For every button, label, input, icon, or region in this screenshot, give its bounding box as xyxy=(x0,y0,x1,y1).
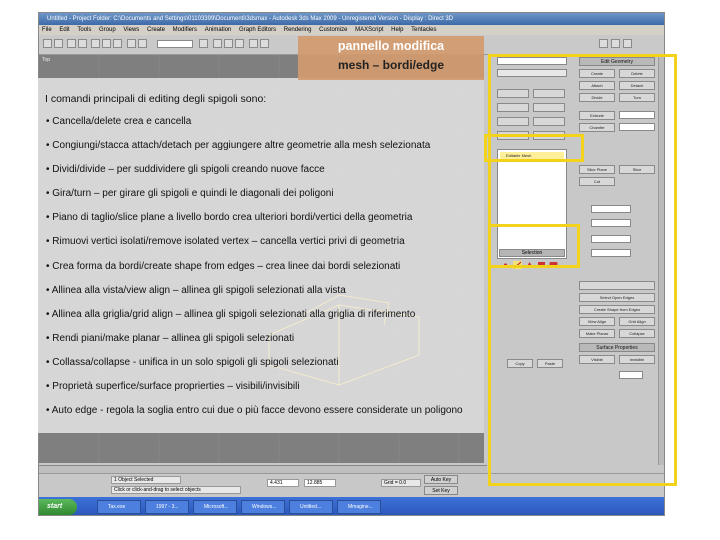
prompt-line: Click or click-and-drag to select object… xyxy=(111,486,241,494)
slide-subtitle: mesh – bordi/edge xyxy=(337,58,445,72)
windows-taskbar: start Tax.exe 1997 - 3... Microsoft... W… xyxy=(39,497,664,515)
timeline-slider[interactable] xyxy=(39,465,487,473)
slide-title: pannello modifica xyxy=(337,39,445,53)
render-setup-icon[interactable] xyxy=(599,39,608,48)
menu-rendering[interactable]: Rendering xyxy=(284,27,312,33)
menu-create[interactable]: Create xyxy=(147,27,165,33)
rotate-icon[interactable] xyxy=(138,39,147,48)
menu-customize[interactable]: Customize xyxy=(319,27,347,33)
unlink-icon[interactable] xyxy=(78,39,87,48)
menu-help[interactable]: Help xyxy=(391,27,403,33)
redo-icon[interactable] xyxy=(54,39,63,48)
text-panel xyxy=(38,78,484,433)
menu-tentacles[interactable]: Tentacles xyxy=(411,27,436,33)
menu-bar: File Edit Tools Group Views Create Modif… xyxy=(39,25,664,35)
taskbar-item[interactable]: Untitled... xyxy=(289,500,333,514)
select-icon[interactable] xyxy=(91,39,100,48)
snap-icon[interactable] xyxy=(213,39,222,48)
mirror-icon[interactable] xyxy=(249,39,258,48)
rect-region-icon[interactable] xyxy=(113,39,122,48)
intro-text: I comandi principali di editing degli sp… xyxy=(45,93,267,105)
select-by-name-icon[interactable] xyxy=(102,39,111,48)
taskbar-item[interactable]: Windows... xyxy=(241,500,285,514)
menu-views[interactable]: Views xyxy=(123,27,139,33)
taskbar-item[interactable]: Microsoft... xyxy=(193,500,237,514)
bullet-item: • Cancella/delete crea e cancella xyxy=(46,116,192,127)
bullet-item: • Allinea alla vista/view align – alline… xyxy=(46,285,346,296)
bullet-item: • Rendi piani/make planar – allinea gli … xyxy=(46,333,295,344)
y-coordinate-field[interactable]: 12.885 xyxy=(304,479,336,487)
bullet-item: • Crea forma da bordi/create shape from … xyxy=(46,261,401,272)
menu-file[interactable]: File xyxy=(42,27,52,33)
bullet-item: • Proprietà superfice/surface proprierti… xyxy=(46,381,300,392)
bullet-item: • Dividi/divide – per suddividere gli sp… xyxy=(46,164,325,175)
menu-maxscript[interactable]: MAXScript xyxy=(355,27,383,33)
bullet-item: • Piano di taglio/slice plane a livello … xyxy=(46,212,413,223)
render-frame-icon[interactable] xyxy=(611,39,620,48)
menu-edit[interactable]: Edit xyxy=(59,27,69,33)
auto-key-button[interactable]: Auto Key xyxy=(424,475,458,484)
undo-icon[interactable] xyxy=(43,39,52,48)
link-icon[interactable] xyxy=(67,39,76,48)
set-key-button[interactable]: Set Key xyxy=(424,486,458,495)
subobject-highlight xyxy=(488,224,580,268)
menu-group[interactable]: Group xyxy=(99,27,116,33)
menu-modifiers[interactable]: Modifiers xyxy=(173,27,197,33)
pivot-icon[interactable] xyxy=(199,39,208,48)
reference-coordinate-dropdown[interactable] xyxy=(157,40,193,48)
window-titlebar: Untitled - Project Folder: C:\Documents … xyxy=(39,13,664,25)
menu-animation[interactable]: Animation xyxy=(205,27,232,33)
percent-snap-icon[interactable] xyxy=(235,39,244,48)
quick-render-icon[interactable] xyxy=(623,39,632,48)
taskbar-item[interactable]: Mmagine... xyxy=(337,500,381,514)
stack-item-highlight xyxy=(484,134,584,162)
angle-snap-icon[interactable] xyxy=(224,39,233,48)
taskbar-item[interactable]: 1997 - 3... xyxy=(145,500,189,514)
bullet-item: • Rimuovi vertici isolati/remove isolate… xyxy=(46,236,405,247)
selection-status: 1 Object Selected xyxy=(111,476,181,484)
bullet-item: • Auto edge - regola la soglia entro cui… xyxy=(46,405,463,416)
menu-tools[interactable]: Tools xyxy=(77,27,91,33)
menu-graph-editors[interactable]: Graph Editors xyxy=(239,27,276,33)
bullet-item: • Collassa/collapse - unifica in un solo… xyxy=(46,357,339,368)
bullet-item: • Gira/turn – per girare gli spigoli e q… xyxy=(46,188,334,199)
x-coordinate-field[interactable]: 4.431 xyxy=(267,479,299,487)
move-icon[interactable] xyxy=(127,39,136,48)
bullet-item: • Congiungi/stacca attach/detach per agg… xyxy=(46,140,431,151)
command-panel-highlight xyxy=(488,54,677,486)
align-icon[interactable] xyxy=(260,39,269,48)
start-button[interactable]: start xyxy=(39,499,77,515)
grid-spacing: Grid = 0.0 xyxy=(381,479,421,487)
bullet-item: • Allinea alla griglia/grid align – alli… xyxy=(46,309,416,320)
taskbar-item[interactable]: Tax.exe xyxy=(97,500,141,514)
